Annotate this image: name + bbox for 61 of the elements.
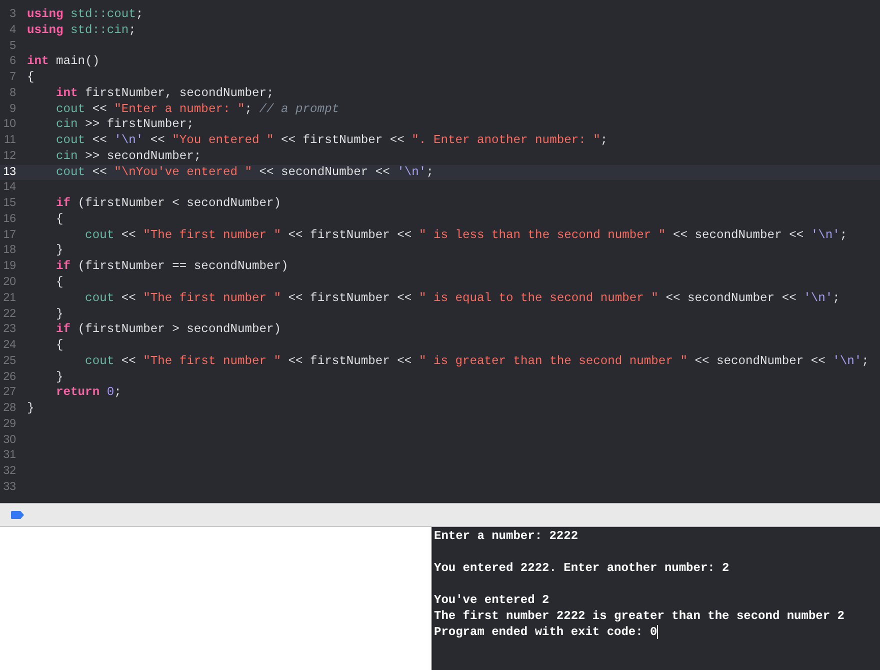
line-number: 27	[3, 386, 16, 398]
code-line: cout << "Enter a number: "; // a prompt	[55, 102, 340, 118]
code-line: cout << "The first number " << firstNumber << " is greater than the second number " << secondNumber << '\n';	[84, 354, 869, 370]
tag-icon[interactable]	[11, 511, 24, 519]
line-number: 18	[3, 244, 16, 256]
line-number: 6	[10, 55, 16, 68]
code-line: return 0;	[55, 385, 122, 402]
line-number: 29	[3, 418, 16, 430]
code-line: {	[55, 212, 64, 228]
line-number: 32	[3, 465, 16, 478]
line-number: 31	[3, 449, 16, 462]
code-line: cout << "\nYou've entered " << secondNumber << '\n';	[55, 164, 434, 180]
code-line: using std::cin;	[27, 22, 136, 39]
console-output-line: Enter a number: 2222	[434, 528, 578, 544]
line-number: 16	[3, 212, 16, 225]
line-number: 19	[3, 260, 16, 272]
line-number: 12	[3, 150, 16, 162]
code-line: if (firstNumber > secondNumber)	[55, 322, 282, 338]
line-number: 25	[3, 354, 16, 367]
code-line: {	[55, 338, 64, 354]
line-number: 33	[3, 480, 16, 493]
line-number: 22	[3, 308, 16, 320]
line-number: 26	[3, 370, 16, 383]
line-number: 23	[3, 323, 16, 336]
code-line: {	[55, 275, 64, 291]
line-number: 28	[3, 402, 16, 414]
line-number: 21	[3, 292, 16, 304]
line-number: 5	[10, 40, 16, 52]
code-line: cout << "The first number " << firstNumber << " is less than the second number " << secondNumber << '\n';	[84, 228, 848, 244]
line-number: 4	[10, 24, 16, 36]
line-number: 3	[10, 8, 16, 20]
line-number: 7	[10, 71, 16, 84]
code-line: {	[27, 70, 34, 86]
code-line: if (firstNumber < secondNumber)	[55, 196, 282, 212]
line-number: 24	[3, 339, 16, 352]
code-line: cin >> secondNumber;	[55, 148, 202, 165]
console-output-line: You've entered 2	[434, 592, 550, 608]
line-number: 13	[3, 166, 16, 178]
code-line: }	[27, 401, 34, 417]
line-number: 17	[3, 228, 16, 241]
line-number: 20	[3, 276, 16, 288]
line-number: 9	[10, 102, 16, 115]
code-line: cout << "The first number " << firstNumber << " is equal to the second number " << secondNumber << '\n';	[84, 290, 840, 307]
code-line: }	[55, 370, 64, 386]
code-line: }	[55, 306, 64, 322]
code-line: cout << '\n' << "You entered " << firstNumber << ". Enter another number: ";	[55, 133, 608, 149]
code-line: using std::cout;	[27, 7, 144, 23]
console-output-line: You entered 2222. Enter another number: 2	[434, 560, 730, 576]
line-number: 30	[3, 434, 16, 446]
code-line: if (firstNumber == secondNumber)	[55, 259, 288, 276]
line-number: 8	[10, 86, 16, 99]
line-number: 14	[3, 181, 16, 194]
line-number: 11	[4, 134, 16, 146]
code-line: cin >> firstNumber;	[55, 117, 194, 134]
console-output-line: Program ended with exit code: 0	[434, 624, 658, 640]
line-number: 10	[3, 118, 16, 130]
line-number: 15	[3, 197, 16, 210]
code-line: int main()	[27, 54, 100, 70]
code-line: }	[55, 243, 64, 260]
code-line: int firstNumber, secondNumber;	[55, 86, 274, 102]
console-output-line: The first number 2222 is greater than the second number 2	[434, 608, 844, 624]
